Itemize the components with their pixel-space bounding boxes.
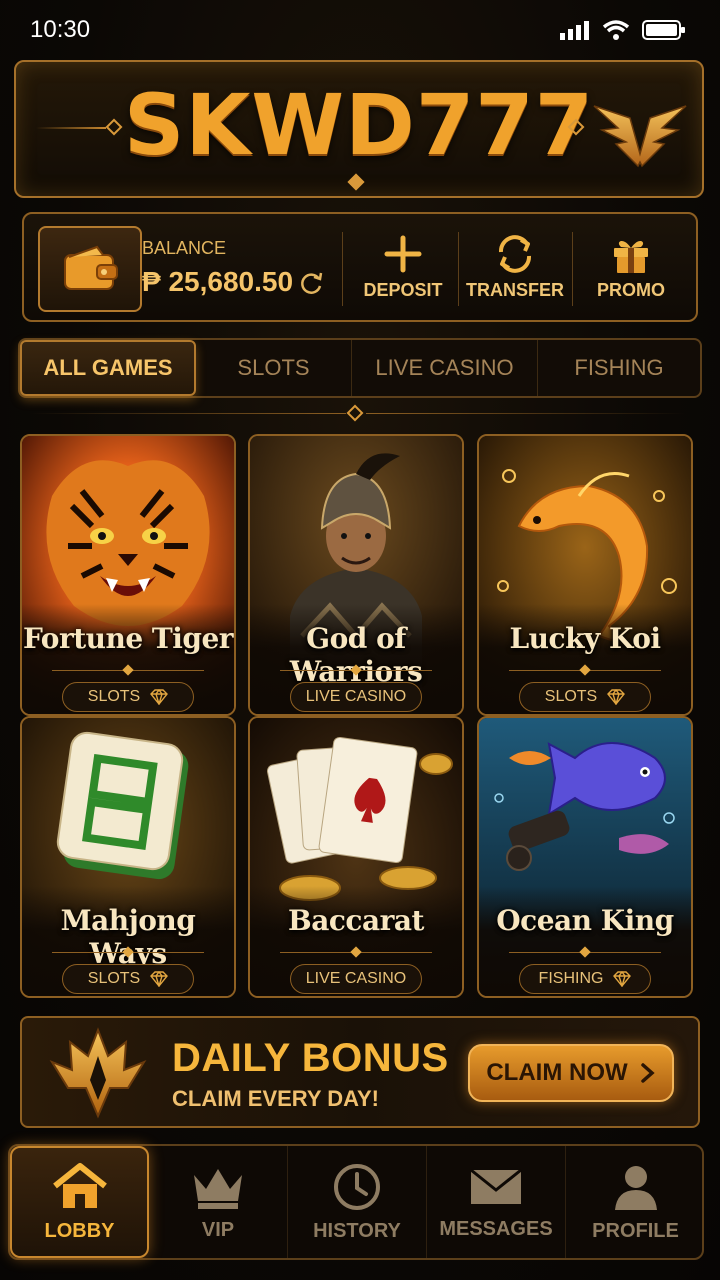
category-label: SLOTS bbox=[87, 970, 141, 987]
wallet-icon bbox=[64, 245, 118, 290]
wifi-icon bbox=[602, 20, 630, 40]
bonus-title: DAILY BONUS bbox=[172, 1036, 449, 1080]
gift-icon bbox=[614, 240, 648, 273]
crown-emblem-icon bbox=[49, 1027, 147, 1119]
diamond-icon bbox=[150, 971, 169, 987]
nav-vip[interactable]: VIP bbox=[149, 1146, 288, 1258]
game-title: Lucky Koi bbox=[509, 622, 661, 655]
category-badge: SLOTS bbox=[62, 964, 194, 994]
home-icon bbox=[52, 1162, 107, 1208]
category-badge: SLOTS bbox=[62, 682, 194, 712]
wallet-divider bbox=[572, 232, 573, 306]
category-label: SLOTS bbox=[87, 688, 141, 705]
wallet-button[interactable] bbox=[38, 226, 142, 312]
category-label: LIVE CASINO bbox=[305, 688, 407, 705]
refresh-balance-icon[interactable] bbox=[298, 270, 324, 296]
game-card-ocean-king[interactable]: Ocean King FISHING bbox=[477, 716, 693, 998]
game-title: Ocean King bbox=[496, 904, 674, 937]
mail-icon bbox=[470, 1168, 522, 1204]
game-card-lucky-koi[interactable]: Lucky Koi SLOTS bbox=[477, 434, 693, 716]
category-badge: LIVE CASINO bbox=[290, 682, 422, 712]
status-icons bbox=[560, 19, 686, 41]
nav-profile[interactable]: PROFILE bbox=[566, 1146, 705, 1258]
status-bar: 10:30 bbox=[0, 0, 720, 60]
battery-icon bbox=[642, 20, 685, 40]
balance-label: BALANCE bbox=[142, 238, 227, 258]
promo-button[interactable]: PROMO bbox=[576, 228, 686, 312]
game-card-baccarat[interactable]: Baccarat LIVE CASINO bbox=[248, 716, 464, 998]
deposit-label: DEPOSIT bbox=[363, 280, 443, 300]
tab-live-casino[interactable]: LIVE CASINO bbox=[352, 340, 538, 396]
nav-messages[interactable]: MESSAGES bbox=[427, 1146, 566, 1258]
nav-history[interactable]: HISTORY bbox=[288, 1146, 427, 1258]
tab-all-games[interactable]: ALL GAMES bbox=[20, 340, 196, 396]
game-title: God of Warriors bbox=[290, 622, 423, 688]
nav-lobby[interactable]: LOBBY bbox=[10, 1146, 149, 1258]
game-title: Baccarat bbox=[288, 904, 424, 937]
signal-icon bbox=[560, 21, 589, 40]
claim-now-button[interactable]: CLAIM NOW bbox=[468, 1044, 674, 1102]
nav-label: MESSAGES bbox=[439, 1217, 553, 1240]
clock-icon bbox=[334, 1163, 380, 1210]
chevron-right-icon bbox=[640, 1063, 655, 1083]
bonus-subtitle: CLAIM EVERY DAY! bbox=[172, 1086, 380, 1111]
diamond-icon bbox=[613, 971, 632, 987]
crown-icon bbox=[194, 1168, 242, 1209]
claim-now-label: CLAIM NOW bbox=[486, 1059, 628, 1086]
balance-amount: ₱ 25,680.50 bbox=[142, 266, 294, 297]
category-badge: SLOTS bbox=[519, 682, 651, 712]
status-time: 10:30 bbox=[30, 16, 91, 43]
category-label: LIVE CASINO bbox=[305, 970, 407, 987]
transfer-label: TRANSFER bbox=[466, 280, 564, 300]
game-card-mahjong-ways[interactable]: Mahjong Ways SLOTS bbox=[20, 716, 236, 998]
game-title: Mahjong Ways bbox=[60, 904, 196, 970]
nav-label: VIP bbox=[201, 1218, 235, 1241]
section-divider-left bbox=[30, 413, 346, 414]
wallet-divider bbox=[458, 232, 459, 306]
category-badge: LIVE CASINO bbox=[290, 964, 422, 994]
game-category-tabs: ALL GAMES SLOTS LIVE CASINO FISHING bbox=[18, 338, 702, 398]
nav-label: LOBBY bbox=[44, 1219, 115, 1242]
transfer-icon bbox=[499, 235, 531, 273]
deposit-button[interactable]: DEPOSIT bbox=[348, 228, 458, 312]
game-title: Fortune Tiger bbox=[22, 622, 234, 655]
game-card-fortune-tiger[interactable]: Fortune Tiger SLOTS bbox=[20, 434, 236, 716]
plus-icon bbox=[384, 235, 422, 273]
tab-slots[interactable]: SLOTS bbox=[196, 340, 352, 396]
section-divider-diamond bbox=[346, 404, 364, 422]
app-header: SKWD777 bbox=[14, 60, 704, 198]
header-diamond-bottom bbox=[347, 173, 365, 191]
daily-bonus-banner: DAILY BONUS CLAIM EVERY DAY! CLAIM NOW bbox=[20, 1016, 700, 1128]
diamond-icon bbox=[607, 689, 626, 705]
section-divider-right bbox=[366, 413, 686, 414]
category-label: FISHING bbox=[538, 970, 604, 987]
game-card-god-of-warriors[interactable]: God of Warriors LIVE CASINO bbox=[248, 434, 464, 716]
diamond-icon bbox=[150, 689, 169, 705]
bottom-nav: LOBBY VIP HISTORY MESSAGES PROFILE bbox=[8, 1144, 704, 1260]
promo-label: PROMO bbox=[596, 280, 665, 300]
nav-label: HISTORY bbox=[313, 1219, 401, 1242]
category-badge: FISHING bbox=[519, 964, 651, 994]
wallet-panel: BALANCE ₱ 25,680.50 DEPOSIT TRANSFER PRO… bbox=[22, 212, 698, 322]
category-label: SLOTS bbox=[544, 688, 598, 705]
user-icon bbox=[614, 1165, 657, 1210]
nav-label: PROFILE bbox=[592, 1219, 679, 1242]
tab-fishing[interactable]: FISHING bbox=[538, 340, 700, 396]
transfer-button[interactable]: TRANSFER bbox=[460, 228, 570, 312]
wallet-divider bbox=[342, 232, 343, 306]
wing-logo-icon bbox=[593, 105, 687, 168]
